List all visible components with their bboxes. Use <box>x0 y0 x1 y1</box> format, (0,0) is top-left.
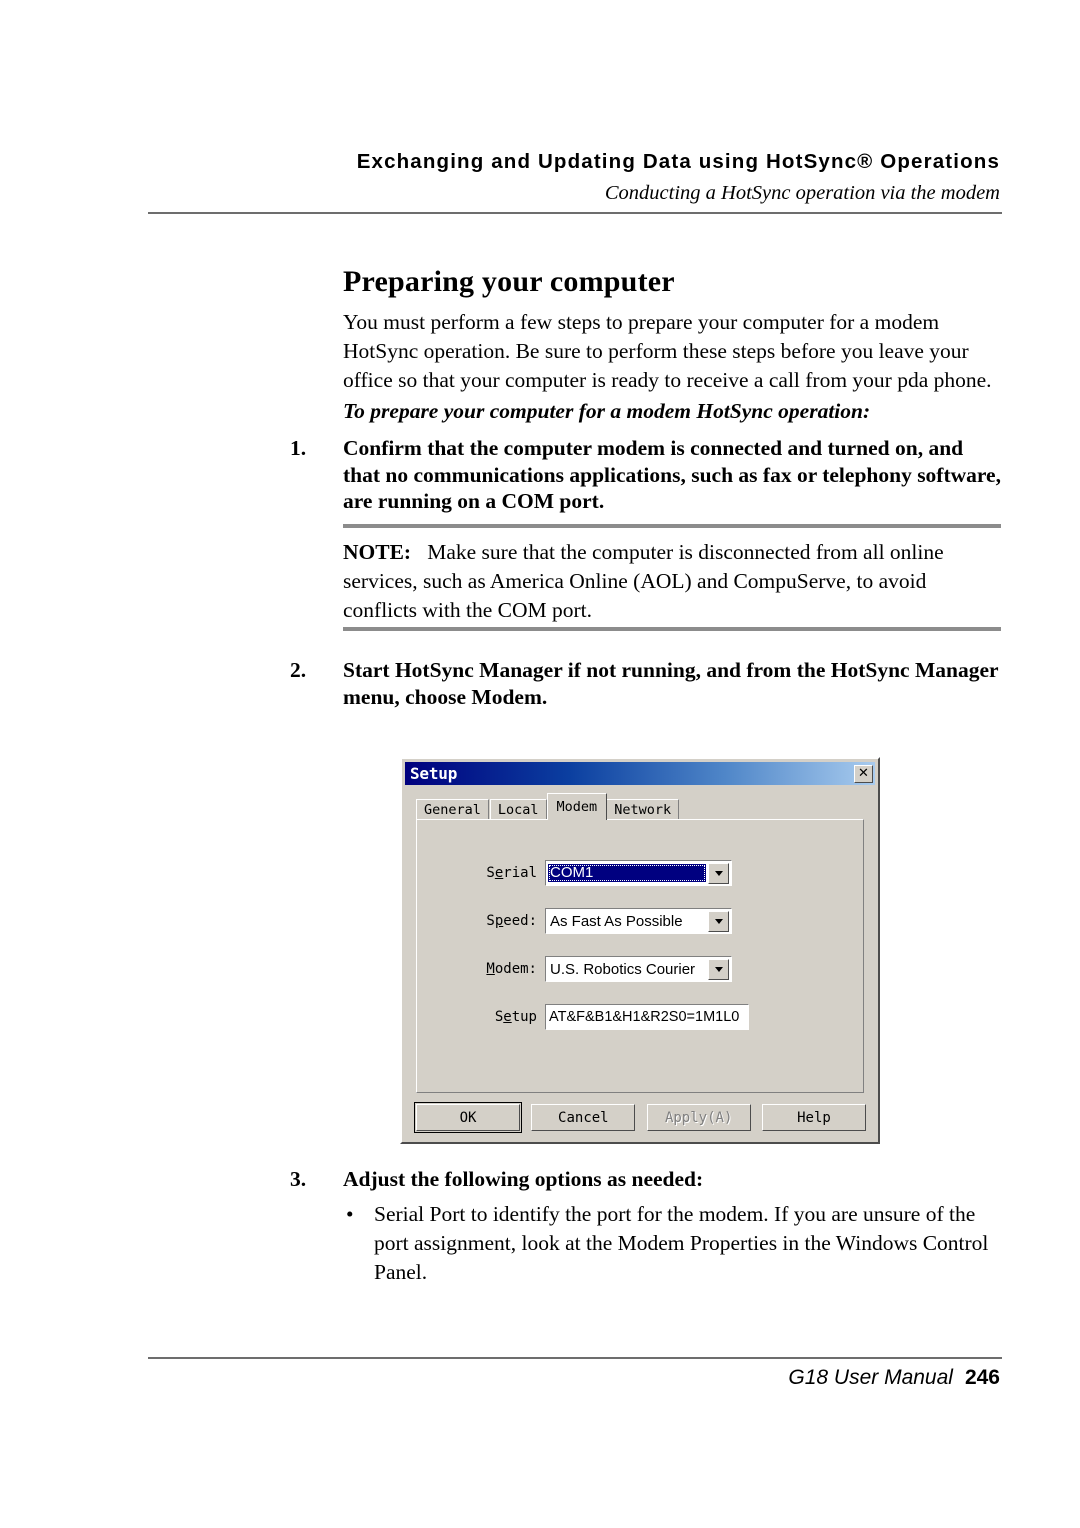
step-number: 1. <box>290 436 307 460</box>
close-button[interactable]: ✕ <box>854 764 873 783</box>
chevron-down-icon[interactable] <box>708 910 729 932</box>
step-number: 2. <box>290 658 307 682</box>
procedure-title: To prepare your computer for a modem Hot… <box>343 399 871 423</box>
note-label: NOTE: <box>343 540 412 564</box>
modem-label: Modem: <box>486 961 537 977</box>
ok-button[interactable]: OK <box>414 1102 522 1133</box>
modem-tab-panel: Serial COM1 Speed: As Fast As Possible M… <box>416 819 864 1093</box>
dialog-tabs: General Local Modem Network <box>416 793 680 820</box>
serial-label: Serial <box>486 865 537 881</box>
speed-label: Speed: <box>486 913 537 929</box>
serial-value: COM1 <box>548 864 706 882</box>
setup-field-row: Setup AT&F&B1&H1&R2S0=1M1L0 <box>417 1004 863 1030</box>
intro-paragraph: You must perform a few steps to prepare … <box>343 310 992 392</box>
modem-field-row: Modem: U.S. Robotics Courier <box>417 956 863 982</box>
serial-field-row: Serial COM1 <box>417 860 863 886</box>
modem-select[interactable]: U.S. Robotics Courier <box>545 956 732 982</box>
footer-divider <box>148 1357 1002 1359</box>
modem-value: U.S. Robotics Courier <box>550 960 696 978</box>
bullet-text: Serial Port to identify the port for the… <box>374 1202 989 1284</box>
step-item-1: 1. Confirm that the computer modem is co… <box>290 435 1002 515</box>
footer: G18 User Manual 246 <box>148 1366 1000 1390</box>
step-text: Confirm that the computer modem is conne… <box>343 436 1001 513</box>
setup-input[interactable]: AT&F&B1&H1&R2S0=1M1L0 <box>545 1004 749 1030</box>
step-text: Start HotSync Manager if not running, an… <box>343 658 999 709</box>
step-number: 3. <box>290 1167 307 1191</box>
bullet-item: • Serial Port to identify the port for t… <box>346 1200 1006 1287</box>
note-text: Make sure that the computer is disconnec… <box>343 540 944 622</box>
note-bottom-divider <box>343 627 1001 631</box>
serial-select[interactable]: COM1 <box>545 860 732 886</box>
document-page: Exchanging and Updating Data using HotSy… <box>0 0 1080 1528</box>
close-icon: ✕ <box>858 766 869 781</box>
tab-network[interactable]: Network <box>606 799 680 820</box>
step-item-3: 3. Adjust the following options as neede… <box>290 1166 1002 1193</box>
page-title: Preparing your computer <box>343 265 675 298</box>
dialog-title: Setup <box>410 764 458 783</box>
step-text: Adjust the following options as needed: <box>343 1167 704 1191</box>
speed-value: As Fast As Possible <box>550 912 683 930</box>
tab-local[interactable]: Local <box>489 799 547 820</box>
help-button[interactable]: Help <box>761 1104 866 1131</box>
note-callout: NOTE: Make sure that the computer is dis… <box>343 538 1003 625</box>
bullet-marker: • <box>346 1202 354 1226</box>
dialog-titlebar: Setup ✕ <box>405 762 875 785</box>
chevron-down-icon[interactable] <box>708 958 729 980</box>
setup-label: Setup <box>494 1009 537 1025</box>
note-top-divider <box>343 524 1001 528</box>
page-number: 246 <box>964 1366 1000 1389</box>
running-header-title: Exchanging and Updating Data using HotSy… <box>356 150 1000 173</box>
speed-field-row: Speed: As Fast As Possible <box>417 908 863 934</box>
step-item-2: 2. Start HotSync Manager if not running,… <box>290 657 1002 710</box>
tab-general[interactable]: General <box>416 799 489 820</box>
dialog-button-bar: OK Cancel Apply(A) Help <box>414 1102 866 1133</box>
cancel-button[interactable]: Cancel <box>531 1104 636 1131</box>
tab-modem[interactable]: Modem <box>546 793 608 820</box>
manual-name: G18 User Manual <box>788 1366 953 1389</box>
apply-button: Apply(A) <box>646 1104 751 1131</box>
running-header-subtitle: Conducting a HotSync operation via the m… <box>604 182 1000 204</box>
header-divider <box>148 212 1002 214</box>
chevron-down-icon[interactable] <box>708 862 729 884</box>
speed-select[interactable]: As Fast As Possible <box>545 908 732 934</box>
setup-dialog: Setup ✕ General Local Modem Network Seri… <box>400 757 880 1144</box>
